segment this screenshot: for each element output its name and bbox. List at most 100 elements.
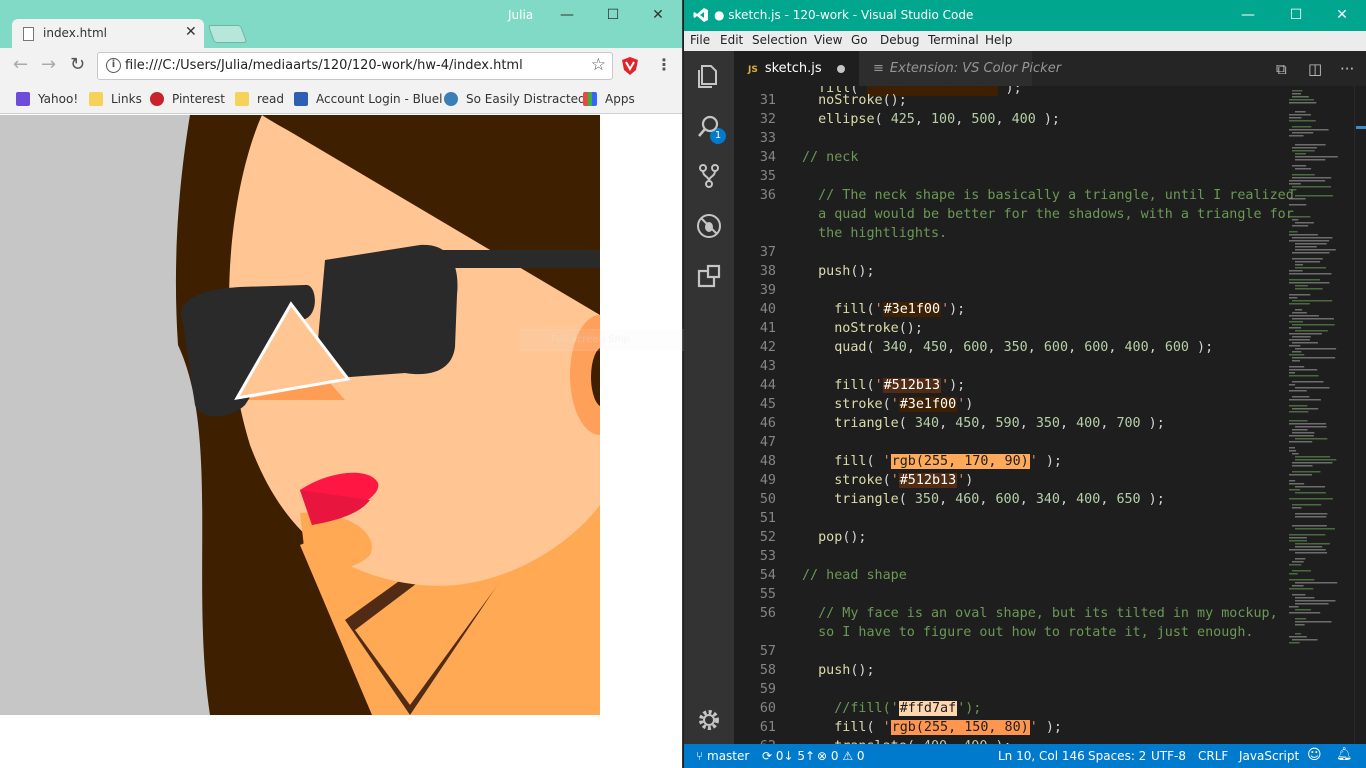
close-icon[interactable]: ✕ <box>1326 4 1358 26</box>
color-swatch[interactable]: #3e1f00 <box>898 397 958 412</box>
feedback-smiley-icon[interactable]: ☺ <box>1307 747 1322 763</box>
bookmark-pinterest[interactable]: Pinterest <box>150 90 225 108</box>
tab-title: index.html <box>43 26 107 40</box>
problems-status[interactable]: ⊗ 0 ⚠ 0 <box>817 749 865 763</box>
minimap[interactable] <box>1287 86 1357 744</box>
menu-terminal[interactable]: Terminal <box>928 33 979 47</box>
forward-arrow-icon[interactable]: → <box>41 55 56 75</box>
wordpress-icon <box>444 92 458 106</box>
line-ending[interactable]: CRLF <box>1198 749 1228 763</box>
code-editor[interactable]: fill( 'rgb(62, 31, 0)' ); 31 noStroke();… <box>734 86 1366 744</box>
minimize-icon[interactable]: — <box>551 4 583 26</box>
code-line-45: 45 stroke('#3e1f00') <box>759 397 974 412</box>
grid-icon <box>294 92 308 106</box>
code-line-31: 31 noStroke(); <box>759 93 907 108</box>
code-line-36-wrap-1: a quad would be better for the shadows, … <box>818 207 1294 222</box>
bookmark-apps[interactable]: Apps <box>583 90 635 108</box>
chrome-titlebar: Julia — ☐ ✕ index.html ✕ <box>0 0 682 49</box>
color-swatch[interactable]: #512b13 <box>898 473 958 488</box>
code-line-34: 34// neck <box>759 150 859 165</box>
code-line-38: 38 push(); <box>759 264 875 279</box>
back-arrow-icon[interactable]: ← <box>13 55 28 75</box>
menu-file[interactable]: File <box>690 33 710 47</box>
settings-gear-icon[interactable] <box>696 707 722 733</box>
color-swatch[interactable]: rgb(255, 150, 80) <box>890 720 1030 735</box>
menu-view[interactable]: View <box>814 33 842 47</box>
unsaved-dot-icon[interactable] <box>837 65 845 73</box>
sync-status[interactable]: ⟳ 0↓ 5↑ <box>762 749 815 763</box>
bookmark-yahoo[interactable]: Yahoo! <box>16 90 78 108</box>
status-bar: ⑂ master ⟳ 0↓ 5↑ ⊗ 0 ⚠ 0 Ln 10, Col 146 … <box>684 744 1366 768</box>
bookmark-read[interactable]: read <box>235 90 284 108</box>
notifications-bell-icon[interactable]: 🔔︎ <box>1336 747 1353 762</box>
tab-extension-color-picker[interactable]: ≡ Extension: VS Color Picker <box>859 51 1061 86</box>
color-swatch[interactable]: #3e1f00 <box>882 302 942 317</box>
extensions-icon[interactable] <box>696 263 722 289</box>
menu-edit[interactable]: Edit <box>720 33 743 47</box>
menu-debug[interactable]: Debug <box>880 33 919 47</box>
browser-tab[interactable]: index.html ✕ <box>12 19 204 49</box>
bookmark-star-icon[interactable]: ☆ <box>591 55 606 75</box>
bookmark-links[interactable]: Links <box>89 90 142 108</box>
bookmark-account-login[interactable]: Account Login - Bluel <box>294 90 443 108</box>
tab-sketch-js[interactable]: JS sketch.js <box>734 51 859 86</box>
chrome-window: Julia — ☐ ✕ index.html ✕ ← → ↻ i file://… <box>0 0 683 768</box>
code-line-62: 62 translate( 400, 400 ); <box>734 737 1294 744</box>
code-line-36-wrap-2: the hightlights. <box>818 226 948 241</box>
editor-scrollbar[interactable] <box>1354 86 1366 744</box>
color-swatch[interactable]: #512b13 <box>882 378 942 393</box>
folder-icon <box>235 92 249 106</box>
extension-doc-icon: ≡ <box>873 61 884 76</box>
source-control-icon[interactable] <box>696 163 722 189</box>
encoding[interactable]: UTF-8 <box>1151 749 1186 763</box>
code-line-48: 48 fill( 'rgb(255, 170, 90)' ); <box>759 454 1062 469</box>
cursor-position[interactable]: Ln 10, Col 146 <box>998 749 1085 763</box>
code-line-49: 49 stroke('#512b13') <box>759 473 974 488</box>
vscode-titlebar: ● sketch.js - 120-work - Visual Studio C… <box>684 0 1366 31</box>
color-swatch[interactable]: #ffd7af <box>898 701 958 716</box>
code-line-36: 36 // The neck shape is basically a tria… <box>759 188 1294 203</box>
menu-go[interactable]: Go <box>851 33 868 47</box>
maximize-icon[interactable]: ☐ <box>597 4 629 26</box>
code-line-39: 39 <box>759 283 776 298</box>
info-icon[interactable]: i <box>106 58 121 73</box>
code-line-56-wrap-1: so I have to figure out how to rotate it… <box>818 625 1254 640</box>
code-line-40: 40 fill('#3e1f00'); <box>759 302 966 317</box>
color-swatch[interactable]: rgb(255, 170, 90) <box>890 454 1030 469</box>
code-line-53: 53 <box>759 549 776 564</box>
file-icon <box>23 27 34 41</box>
profile-name[interactable]: Julia <box>508 8 533 22</box>
minimize-icon[interactable]: — <box>1232 4 1264 26</box>
git-branch[interactable]: ⑂ master <box>696 749 749 763</box>
split-editor-icon[interactable]: ◫ <box>1308 60 1322 78</box>
menu-selection[interactable]: Selection <box>752 33 807 47</box>
explorer-icon[interactable] <box>696 63 722 89</box>
debug-icon[interactable] <box>696 213 722 239</box>
menu-help[interactable]: Help <box>985 33 1012 47</box>
open-changes-icon[interactable]: ⧉ <box>1276 60 1287 78</box>
code-line-61: 61 fill( 'rgb(255, 150, 80)' ); <box>759 720 1062 735</box>
search-icon[interactable] <box>696 113 722 139</box>
language-mode[interactable]: JavaScript <box>1239 749 1299 763</box>
p5-canvas[interactable] <box>0 115 600 715</box>
tab-close-icon[interactable]: ✕ <box>185 24 197 40</box>
reload-icon[interactable]: ↻ <box>70 55 85 75</box>
mail-icon <box>16 92 30 106</box>
vscode-window: ● sketch.js - 120-work - Visual Studio C… <box>684 0 1366 768</box>
full-screen-snip-overlay[interactable]: Full-screen Snip <box>520 329 692 351</box>
url-text[interactable]: file:///C:/Users/Julia/mediaarts/120/120… <box>125 58 523 73</box>
close-icon[interactable]: ✕ <box>642 4 674 26</box>
code-line-35: 35 <box>759 169 776 184</box>
maximize-icon[interactable]: ☐ <box>1280 4 1312 26</box>
more-actions-icon[interactable]: ··· <box>1340 60 1354 78</box>
code-line-43: 43 <box>759 359 776 374</box>
indentation[interactable]: Spaces: 2 <box>1088 749 1146 763</box>
address-bar[interactable]: i file:///C:/Users/Julia/mediaarts/120/1… <box>97 52 613 80</box>
page-viewport <box>0 115 682 768</box>
vscode-logo-icon <box>693 8 708 22</box>
shield-extension-icon[interactable] <box>621 56 639 76</box>
bookmark-so-easily-distracted[interactable]: So Easily Distracted <box>444 90 586 108</box>
new-tab-button[interactable] <box>207 25 248 43</box>
code-line-59: 59 <box>759 682 776 697</box>
chrome-menu-icon[interactable]: ⋮ <box>656 55 672 74</box>
